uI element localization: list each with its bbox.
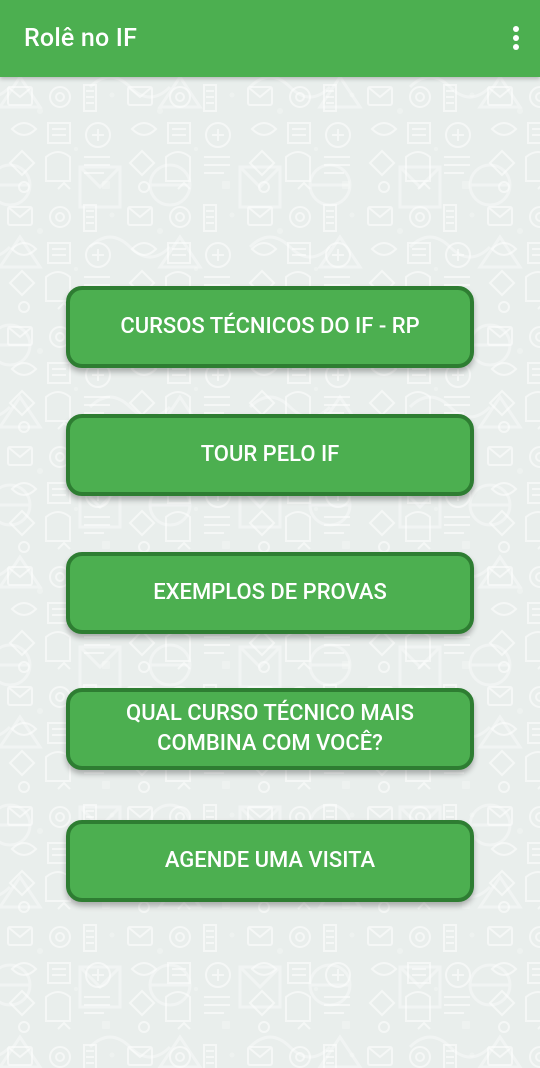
app-bar: Rolê no IF xyxy=(0,0,540,77)
app-title: Rolê no IF xyxy=(24,24,138,53)
tour-pelo-if-button[interactable]: TOUR PELO IF xyxy=(66,414,474,496)
cursos-tecnicos-button[interactable]: CURSOS TÉCNICOS DO IF - RP xyxy=(66,286,474,368)
agende-uma-visita-button[interactable]: AGENDE UMA VISITA xyxy=(66,820,474,902)
more-vert-icon[interactable] xyxy=(506,20,526,56)
qual-curso-combina-button[interactable]: QUAL CURSO TÉCNICO MAIS COMBINA COM VOCÊ… xyxy=(66,688,474,770)
exemplos-de-provas-button[interactable]: EXEMPLOS DE PROVAS xyxy=(66,552,474,634)
qual-curso-combina-label: QUAL CURSO TÉCNICO MAIS COMBINA COM VOCÊ… xyxy=(126,701,414,756)
tour-pelo-if-label: TOUR PELO IF xyxy=(200,442,340,467)
agende-uma-visita-label: AGENDE UMA VISITA xyxy=(164,848,376,873)
menu-dot xyxy=(513,26,519,32)
exemplos-de-provas-label: EXEMPLOS DE PROVAS xyxy=(153,580,387,605)
menu-dot xyxy=(513,35,519,41)
menu-dot xyxy=(513,44,519,50)
cursos-tecnicos-label: CURSOS TÉCNICOS DO IF - RP xyxy=(120,314,420,339)
